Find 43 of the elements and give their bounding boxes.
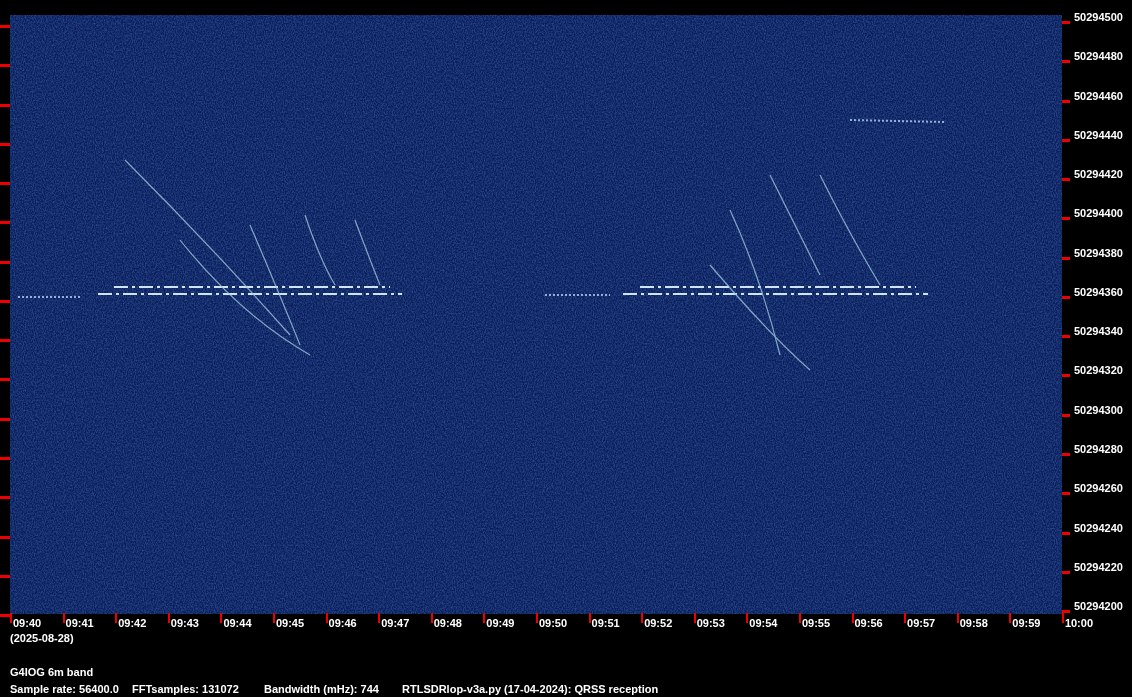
frequency-label: 50294200 xyxy=(1074,600,1123,613)
time-label: 09:53 xyxy=(696,617,725,629)
frequency-label: 50294300 xyxy=(1074,403,1123,416)
time-label: 09:59 xyxy=(1012,617,1041,629)
frequency-label: 50294260 xyxy=(1074,482,1123,495)
frequency-label: 50294480 xyxy=(1074,50,1123,63)
time-label: 09:46 xyxy=(328,617,357,629)
date-label: (2025-08-28) xyxy=(9,632,75,644)
time-label: 09:50 xyxy=(538,617,568,629)
time-label: 09:44 xyxy=(223,617,252,629)
frequency-label: 50294360 xyxy=(1074,285,1123,298)
station-title: G4IOG 6m band xyxy=(9,666,95,678)
time-label: 09:49 xyxy=(486,617,515,629)
time-label: 10:00 xyxy=(1064,617,1093,629)
time-label: 09:56 xyxy=(854,617,883,629)
frequency-label: 50294240 xyxy=(1074,521,1123,534)
time-label: 09:51 xyxy=(591,617,620,629)
frequency-label: 50294280 xyxy=(1074,442,1123,455)
time-label: 09:45 xyxy=(275,617,305,629)
time-label: 09:40 xyxy=(13,617,42,629)
frequency-label: 50294400 xyxy=(1074,207,1123,220)
frequency-label: 50294440 xyxy=(1074,128,1123,141)
time-label: 09:41 xyxy=(65,617,94,629)
frequency-label: 50294500 xyxy=(1074,11,1123,23)
time-label: 09:54 xyxy=(749,617,778,629)
info-text: RTLSDRlop-v3a.py (17-04-2024): QRSS reception xyxy=(401,683,659,695)
frequency-label: 50294320 xyxy=(1074,364,1123,377)
frequency-label: 50294220 xyxy=(1074,560,1123,573)
info-text: Sample rate: 56400.0 xyxy=(9,683,120,695)
time-label: 09:42 xyxy=(118,617,147,629)
frequency-label: 50294420 xyxy=(1074,168,1123,181)
frequency-label: 50294340 xyxy=(1074,325,1123,338)
frequency-label: 50294460 xyxy=(1074,89,1123,102)
time-label: 09:52 xyxy=(644,617,673,629)
time-label: 09:57 xyxy=(907,617,936,629)
frequency-label: 50294380 xyxy=(1074,246,1123,259)
time-label: 09:48 xyxy=(433,617,462,629)
time-label: 09:55 xyxy=(801,617,831,629)
time-label: 09:58 xyxy=(959,617,988,629)
info-text: FFTsamples: 131072 xyxy=(131,683,240,695)
time-label: 09:43 xyxy=(170,617,199,629)
info-text: Bandwidth (mHz): 744 xyxy=(263,683,380,695)
time-label: 09:47 xyxy=(381,617,410,629)
